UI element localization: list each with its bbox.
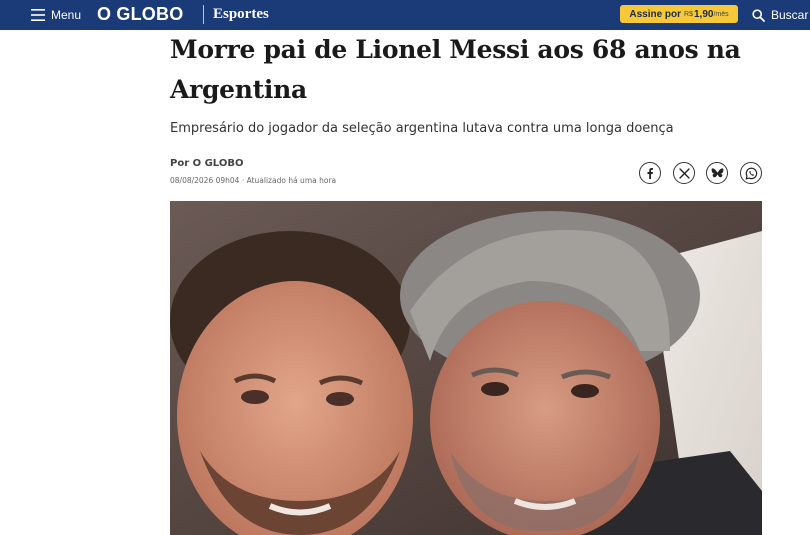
- logo-divider: [203, 5, 204, 24]
- o-globo-logo[interactable]: O GLOBO: [97, 3, 183, 25]
- hamburger-icon: [31, 9, 45, 21]
- top-navigation-bar: Menu O GLOBO Esportes Assine por R$ 1,90…: [0, 0, 810, 30]
- article-dateline: 08/08/2026 09h04 · Atualizado há uma hor…: [170, 176, 337, 185]
- article-headline: Morre pai de Lionel Messi aos 68 anos na…: [170, 35, 741, 104]
- subscribe-prefix: Assine por: [629, 8, 682, 20]
- subscribe-button[interactable]: Assine por R$ 1,90 /mês: [620, 5, 738, 23]
- search-button[interactable]: Buscar: [752, 0, 808, 30]
- share-whatsapp-button[interactable]: [740, 162, 762, 184]
- facebook-icon: [647, 168, 653, 179]
- bluesky-icon: [711, 167, 723, 177]
- menu-button[interactable]: Menu: [31, 0, 81, 30]
- x-icon: [678, 167, 690, 179]
- share-x-button[interactable]: [673, 162, 695, 184]
- article-byline[interactable]: Por O GLOBO: [170, 158, 243, 169]
- subscribe-period: /mês: [713, 10, 729, 18]
- whatsapp-icon: [744, 167, 757, 180]
- menu-label: Menu: [51, 8, 82, 22]
- photo-illustration: [170, 201, 762, 535]
- subscribe-currency: R$: [684, 10, 693, 18]
- share-bluesky-button[interactable]: [706, 162, 728, 184]
- search-label: Buscar: [771, 8, 809, 22]
- article-subheadline: Empresário do jogador da seleção argenti…: [170, 121, 674, 136]
- search-icon: [752, 8, 765, 22]
- article-photo: [170, 201, 762, 535]
- subscribe-price: 1,90: [694, 8, 714, 20]
- section-label[interactable]: Esportes: [213, 5, 269, 23]
- share-facebook-button[interactable]: [639, 162, 661, 184]
